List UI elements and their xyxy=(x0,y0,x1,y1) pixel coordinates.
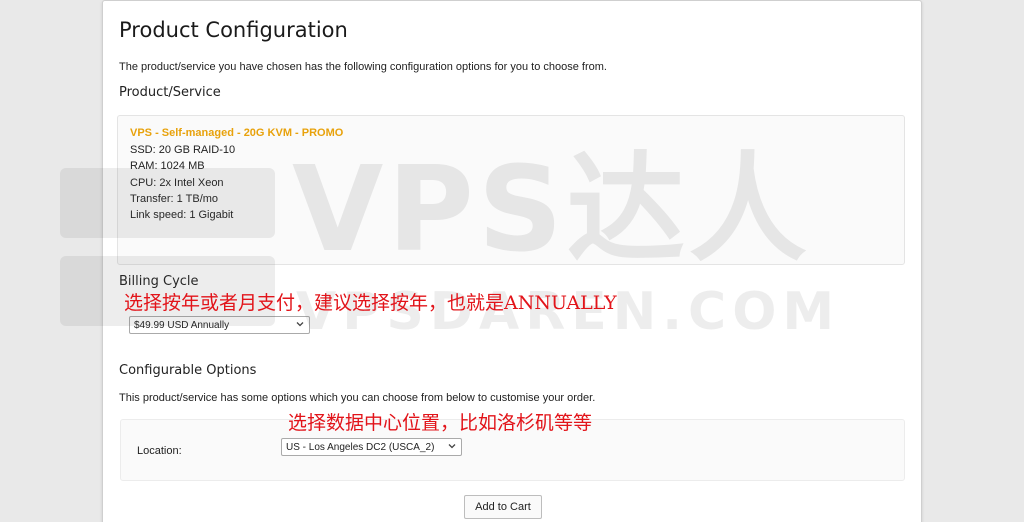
intro-text: The product/service you have chosen has … xyxy=(119,61,607,73)
product-section-title: Product/Service xyxy=(119,85,221,100)
config-intro-text: This product/service has some options wh… xyxy=(119,392,596,404)
billing-annotation: 选择按年或者月支付，建议选择按年，也就是ANNUALLY xyxy=(124,292,617,314)
location-annotation: 选择数据中心位置，比如洛杉矶等等 xyxy=(288,412,593,434)
add-to-cart-button[interactable]: Add to Cart xyxy=(464,495,542,519)
page: Product Configuration The product/servic… xyxy=(0,0,1024,522)
page-title: Product Configuration xyxy=(119,18,348,42)
chevron-down-icon xyxy=(448,444,456,449)
watermark-text: VPS达人 xyxy=(292,140,811,278)
location-label: Location: xyxy=(137,445,182,457)
config-section-title: Configurable Options xyxy=(119,363,257,378)
location-value: US - Los Angeles DC2 (USCA_2) xyxy=(286,442,435,453)
location-select[interactable]: US - Los Angeles DC2 (USCA_2) xyxy=(281,438,462,456)
spec-ssd: SSD: 20 GB RAID-10 xyxy=(130,144,236,156)
product-name: VPS - Self-managed - 20G KVM - PROMO xyxy=(130,127,344,139)
